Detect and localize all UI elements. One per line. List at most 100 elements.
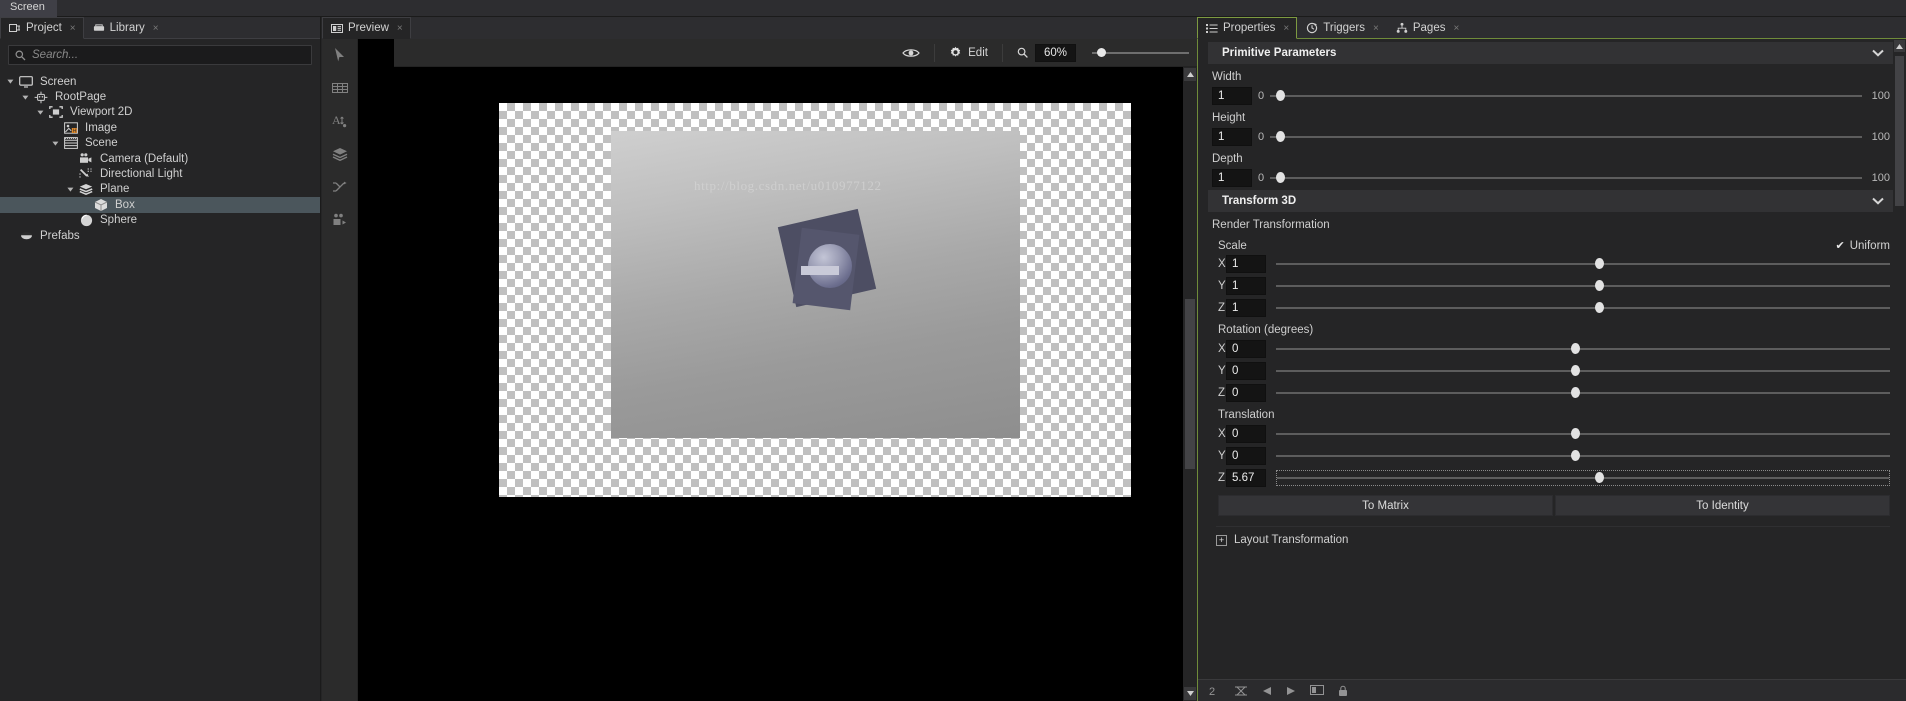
scale-y-input[interactable]: 1: [1226, 276, 1266, 295]
scroll-up-icon[interactable]: [1894, 40, 1905, 52]
section-primitive-parameters[interactable]: Primitive Parameters: [1208, 42, 1898, 64]
translation-y-input[interactable]: 0: [1226, 446, 1266, 465]
tab-project-close-icon[interactable]: ×: [70, 23, 76, 34]
tree-node-box[interactable]: Box: [0, 197, 320, 213]
rotation-z-input[interactable]: 0: [1226, 383, 1266, 402]
tab-triggers[interactable]: Triggers ×: [1297, 17, 1387, 39]
preview-canvas[interactable]: http://blog.csdn.net/u010977122: [394, 67, 1183, 701]
to-identity-button[interactable]: To Identity: [1555, 495, 1890, 516]
scroll-thumb[interactable]: [1895, 56, 1904, 206]
zoom-value[interactable]: 60%: [1034, 43, 1076, 62]
rotation-y-input[interactable]: 0: [1226, 361, 1266, 380]
rotation-x-input[interactable]: 0: [1226, 339, 1266, 358]
chevron-down-icon[interactable]: [6, 77, 15, 86]
properties-vertical-scrollbar[interactable]: [1893, 39, 1906, 701]
chevron-down-icon[interactable]: [66, 185, 75, 194]
function-icon[interactable]: [1234, 685, 1248, 697]
primitive-depth-slider[interactable]: [1270, 171, 1862, 185]
translation-x-slider[interactable]: [1276, 427, 1890, 441]
slider-knob[interactable]: [1570, 387, 1580, 398]
search-input[interactable]: [32, 49, 305, 61]
tab-pages-close-icon[interactable]: ×: [1453, 23, 1459, 34]
translation-z-slider[interactable]: [1276, 469, 1890, 486]
slider-knob[interactable]: [1275, 172, 1285, 183]
scroll-up-icon[interactable]: [1184, 68, 1196, 81]
scale-z-input[interactable]: 1: [1226, 298, 1266, 317]
chevron-down-icon[interactable]: [1872, 49, 1884, 57]
tree-node-rootpage[interactable]: RootPage: [0, 89, 320, 104]
tree-node-directional-light[interactable]: Directional Light: [0, 166, 320, 181]
primitive-depth-input[interactable]: 1: [1212, 168, 1252, 187]
tree-node-screen[interactable]: Screen: [0, 74, 320, 89]
layers-icon[interactable]: [330, 144, 350, 164]
tab-triggers-close-icon[interactable]: ×: [1373, 23, 1379, 34]
tab-properties-close-icon[interactable]: ×: [1283, 23, 1289, 34]
preview-stage[interactable]: Edit 60% http://blog.csdn.net/u010977122: [358, 39, 1197, 701]
translation-x-input[interactable]: 0: [1226, 424, 1266, 443]
states-icon[interactable]: [330, 210, 350, 230]
expand-plus-icon[interactable]: +: [1216, 534, 1227, 546]
slider-knob[interactable]: [1570, 365, 1580, 376]
to-matrix-button[interactable]: To Matrix: [1218, 495, 1553, 516]
chevron-down-icon[interactable]: [21, 93, 30, 102]
slider-knob[interactable]: [1570, 450, 1580, 461]
tab-properties[interactable]: Properties ×: [1197, 17, 1298, 39]
section-transform-3d[interactable]: Transform 3D: [1208, 190, 1898, 212]
layout-transformation-row[interactable]: + Layout Transformation: [1216, 526, 1890, 546]
primitive-height-slider[interactable]: [1270, 130, 1862, 144]
tree-node-plane[interactable]: Plane: [0, 182, 320, 197]
primitive-width-input[interactable]: 1: [1212, 86, 1252, 105]
chevron-down-icon[interactable]: [36, 108, 45, 117]
preview-vertical-scrollbar[interactable]: [1183, 67, 1197, 701]
select-arrow-icon[interactable]: [330, 45, 350, 65]
slider-knob[interactable]: [1595, 472, 1605, 483]
zoom-slider-knob[interactable]: [1097, 48, 1106, 57]
slider-knob[interactable]: [1275, 90, 1285, 101]
tree-node-sphere[interactable]: Sphere: [0, 213, 320, 228]
tree-node-scene[interactable]: Scene: [0, 136, 320, 151]
slider-knob[interactable]: [1595, 258, 1605, 269]
play-forward-icon[interactable]: [1286, 686, 1296, 696]
slider-knob[interactable]: [1570, 343, 1580, 354]
tab-project[interactable]: Project ×: [0, 17, 84, 39]
slider-knob[interactable]: [1595, 302, 1605, 313]
tab-library-close-icon[interactable]: ×: [153, 23, 159, 34]
rotation-x-slider[interactable]: [1276, 342, 1890, 356]
zoom-slider[interactable]: [1092, 47, 1189, 59]
translation-y-slider[interactable]: [1276, 449, 1890, 463]
scale-x-slider[interactable]: [1276, 257, 1890, 271]
tree-node-prefabs[interactable]: Prefabs: [0, 228, 320, 243]
chevron-down-icon[interactable]: [51, 139, 60, 148]
primitive-width-slider[interactable]: [1270, 89, 1862, 103]
scale-z-slider[interactable]: [1276, 301, 1890, 315]
tree-node-viewport-2d[interactable]: Viewport 2D: [0, 105, 320, 120]
edit-button[interactable]: Edit: [941, 43, 996, 62]
tab-preview[interactable]: Preview ×: [322, 17, 411, 39]
tab-library[interactable]: Library ×: [84, 17, 167, 39]
grid-icon[interactable]: [330, 78, 350, 98]
rotation-z-slider[interactable]: [1276, 386, 1890, 400]
tree-node-camera-default[interactable]: Camera (Default): [0, 151, 320, 166]
rotation-y-slider[interactable]: [1276, 364, 1890, 378]
lock-icon[interactable]: [1338, 685, 1348, 697]
chevron-down-icon[interactable]: [1872, 197, 1884, 205]
slider-knob[interactable]: [1275, 131, 1285, 142]
scroll-down-icon[interactable]: [1184, 687, 1196, 700]
preview-eye-button[interactable]: [894, 44, 928, 62]
search-box[interactable]: [8, 45, 312, 65]
scale-x-input[interactable]: 1: [1226, 254, 1266, 273]
translation-z-input[interactable]: 5.67: [1226, 468, 1266, 487]
tree-node-image[interactable]: H Image: [0, 120, 320, 135]
scale-y-slider[interactable]: [1276, 279, 1890, 293]
slider-knob[interactable]: [1595, 280, 1605, 291]
slider-knob[interactable]: [1570, 428, 1580, 439]
scene-tree[interactable]: Screen RootPage Viewport 2D H Image Scene Came…: [0, 74, 320, 701]
uniform-checkbox[interactable]: ✔ Uniform: [1836, 239, 1890, 253]
tab-preview-close-icon[interactable]: ×: [397, 23, 403, 34]
text-layout-icon[interactable]: A: [330, 111, 350, 131]
tab-pages[interactable]: Pages ×: [1387, 17, 1467, 39]
play-back-icon[interactable]: [1262, 686, 1272, 696]
zoom-control[interactable]: 60%: [1009, 41, 1084, 65]
scroll-thumb[interactable]: [1185, 299, 1195, 469]
transitions-icon[interactable]: [330, 177, 350, 197]
